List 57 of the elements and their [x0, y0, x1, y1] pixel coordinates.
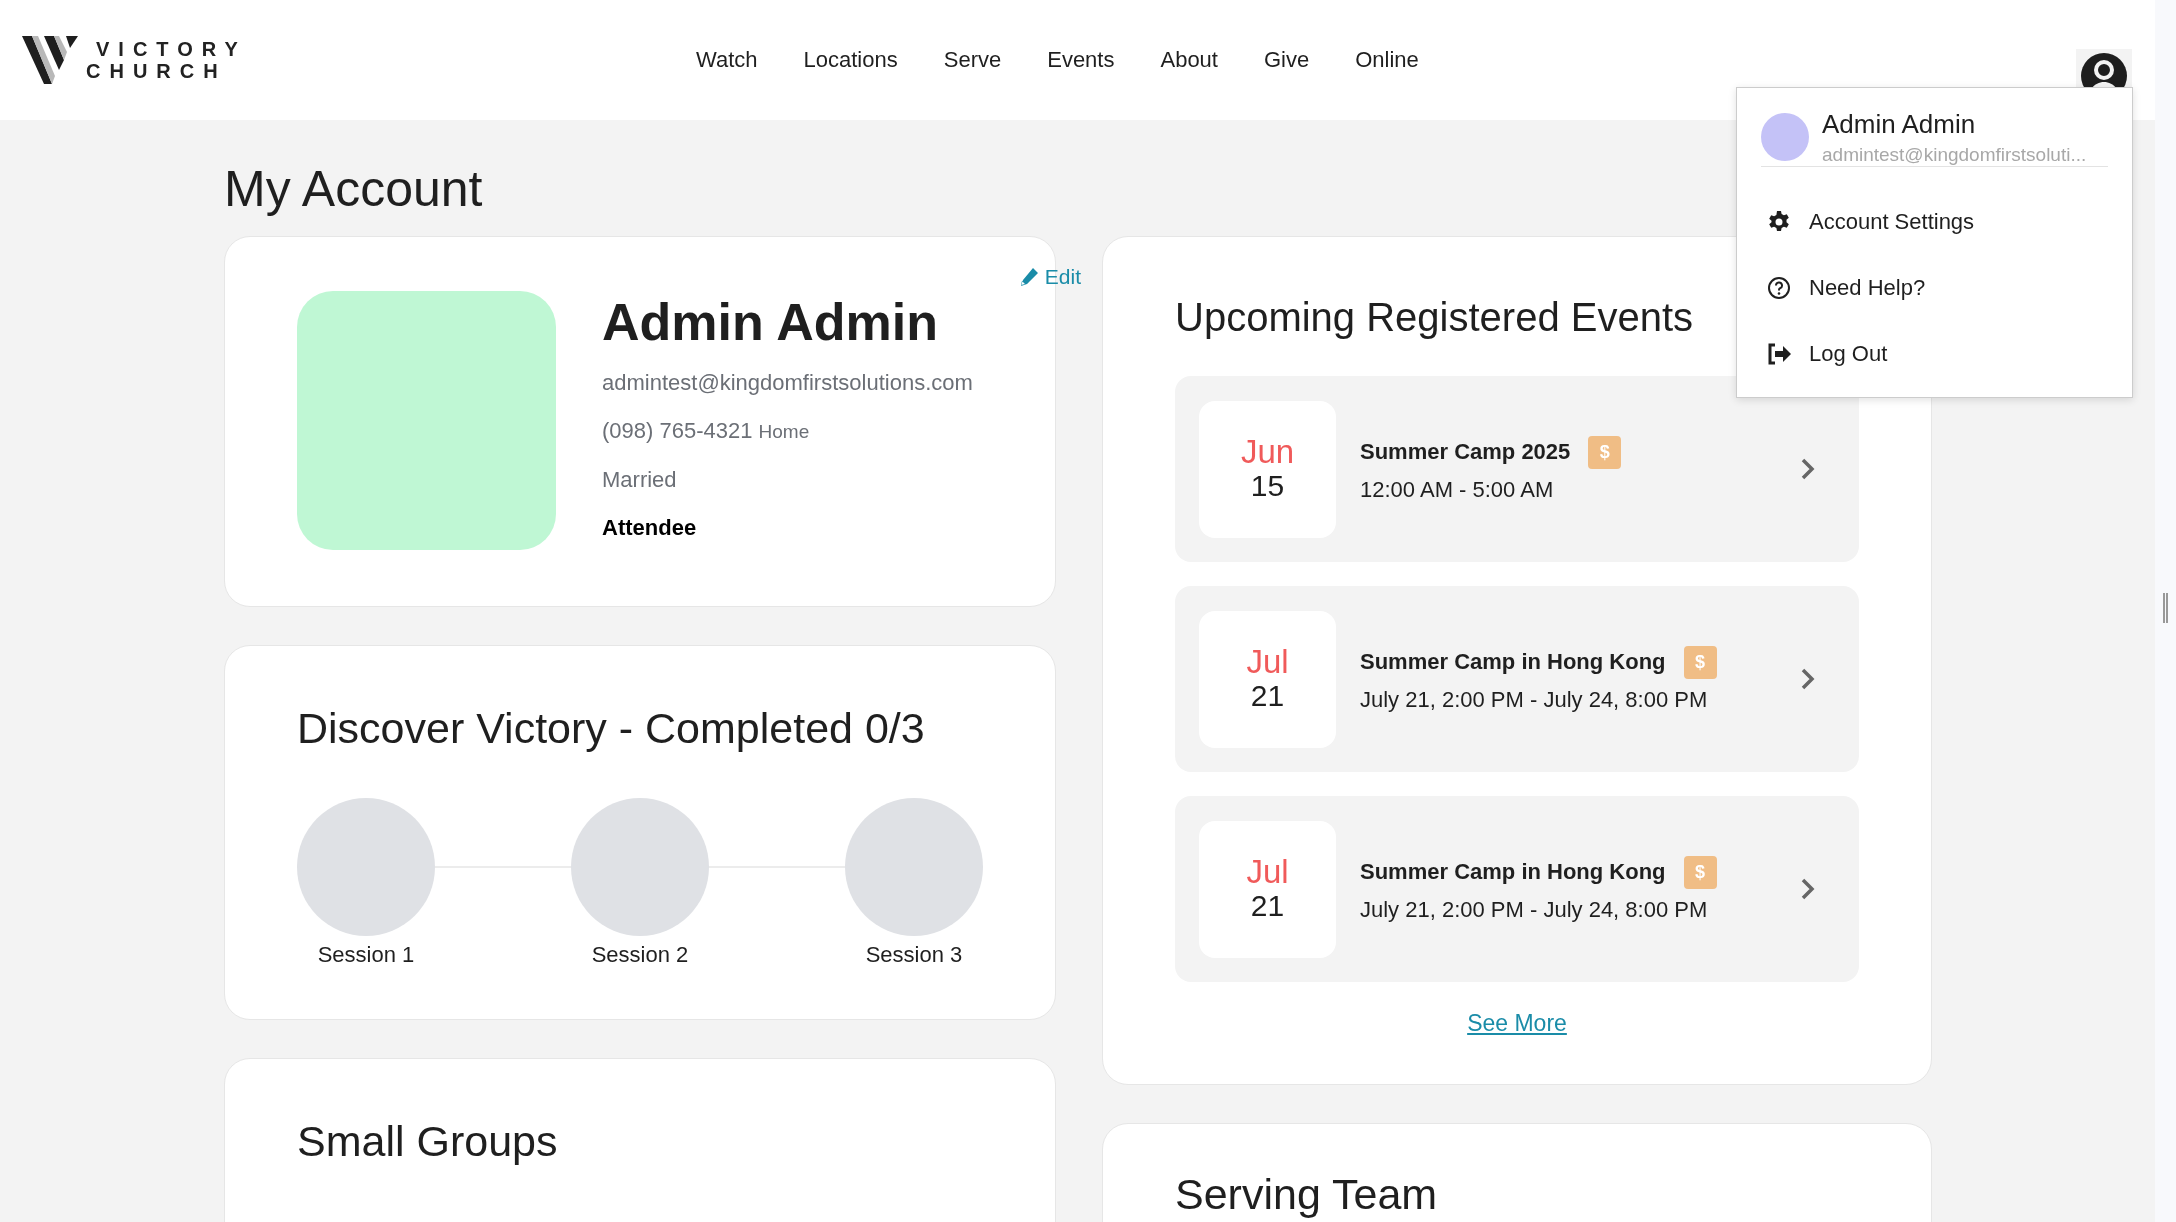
nav-link[interactable]: Online: [1355, 47, 1419, 73]
card-title: Serving Team: [1175, 1169, 1439, 1220]
menu-item[interactable]: Need Help?: [1761, 255, 2108, 321]
event-title: Summer Camp in Hong Kong: [1360, 859, 1666, 885]
settings-icon: [1767, 210, 1791, 234]
help-icon: [1767, 276, 1791, 300]
logo-text: CHURCH: [86, 61, 228, 81]
nav-link[interactable]: About: [1160, 47, 1218, 73]
session-label: Session 1: [317, 941, 415, 969]
menu-user-email: admintest@kingdomfirstsoluti...: [1822, 144, 2087, 166]
nav-link[interactable]: Watch: [696, 47, 758, 73]
paid-badge: $: [1588, 435, 1622, 469]
session-label: Session 3: [865, 941, 963, 969]
edit-link[interactable]: Edit: [1018, 265, 1081, 289]
profile-role: Attendee: [602, 514, 698, 542]
event-month: Jun: [1240, 435, 1295, 469]
logo-icon: [22, 36, 78, 84]
chevron-icon: [1801, 668, 1815, 690]
avatar: [1761, 113, 1809, 161]
event-row[interactable]: Jul 21 Summer Camp in Hong Kong $ July 21, 2:00 PM - July 24, 8:00 PM: [1175, 796, 1859, 982]
nav-link[interactable]: Serve: [943, 47, 1002, 73]
profile-phone: (098) 765-4321: [602, 418, 753, 443]
event-month: Jul: [1246, 855, 1289, 889]
event-day: 21: [1250, 679, 1285, 713]
nav-link[interactable]: Locations: [803, 47, 898, 73]
session-label: Session 2: [591, 941, 689, 969]
event-time: July 21, 2:00 PM - July 24, 8:00 PM: [1360, 896, 1709, 923]
event-time: 12:00 AM - 5:00 AM: [1360, 476, 1555, 503]
event-title: Summer Camp in Hong Kong: [1360, 649, 1666, 675]
event-time: July 21, 2:00 PM - July 24, 8:00 PM: [1360, 686, 1709, 713]
scrollbar[interactable]: [2155, 0, 2176, 1222]
card-title: Upcoming Registered Events: [1175, 294, 1695, 341]
profile-email: admintest@kingdomfirstsolutions.com: [602, 369, 973, 397]
profile-name: Admin Admin: [602, 292, 940, 353]
nav-link[interactable]: Give: [1263, 47, 1310, 73]
chevron-icon: [1801, 878, 1815, 900]
paid-badge: $: [1683, 645, 1717, 679]
event-row[interactable]: Jun 15 Summer Camp 2025 $ 12:00 AM - 5:00 AM: [1175, 376, 1859, 562]
nav-link[interactable]: Events: [1047, 47, 1115, 73]
event-month: Jul: [1246, 645, 1289, 679]
event-day: 21: [1250, 889, 1285, 923]
event-day: 15: [1250, 469, 1285, 503]
pencil-icon: [1018, 267, 1039, 287]
chevron-icon: [1801, 458, 1815, 480]
card-title: Small Groups: [297, 1116, 559, 1167]
paid-badge: $: [1683, 855, 1717, 889]
logout-icon: [1767, 343, 1791, 365]
phone-type: Home: [758, 421, 810, 442]
logo-text: VICTORY: [95, 39, 247, 59]
see-more-link[interactable]: See More: [1467, 1010, 1567, 1037]
card-title: Discover Victory - Completed 0/3: [297, 703, 926, 754]
menu-user-name: Admin Admin: [1822, 108, 1977, 140]
event-title: Summer Camp 2025: [1360, 439, 1571, 465]
page-title: My Account: [224, 160, 484, 219]
marital-status: Married: [602, 466, 678, 494]
event-row[interactable]: Jul 21 Summer Camp in Hong Kong $ July 21, 2:00 PM - July 24, 8:00 PM: [1175, 586, 1859, 772]
menu-item[interactable]: Account Settings: [1761, 189, 2108, 255]
